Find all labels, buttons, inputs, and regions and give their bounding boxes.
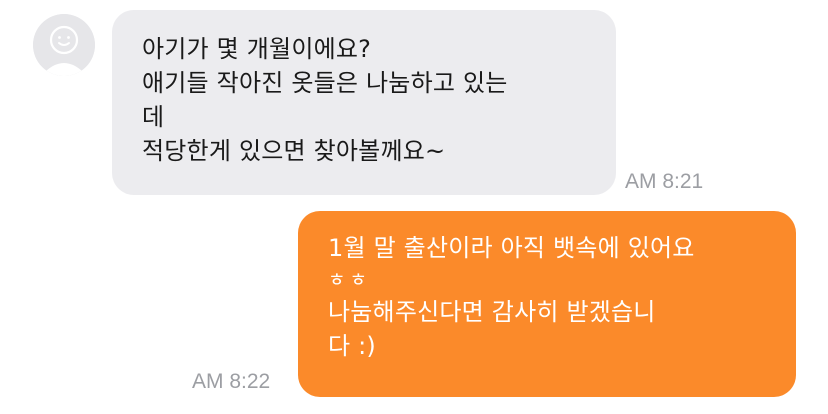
- message-text: 나눔해주신다면 감사히 받겠습니: [328, 298, 656, 326]
- outgoing-message-bubble[interactable]: 1월 말 출산이라 아직 뱃속에 있어요 ㅎㅎ 나눔해주신다면 감사히 받겠습니…: [298, 211, 796, 397]
- default-profile-icon: [33, 14, 95, 76]
- chat-thread: 아기가 몇 개월이에요? 애기들 작아진 옷들은 나눔하고 있는 데 적당한게 …: [0, 0, 828, 414]
- message-timestamp: AM 8:22: [192, 370, 271, 393]
- incoming-message-bubble[interactable]: 아기가 몇 개월이에요? 애기들 작아진 옷들은 나눔하고 있는 데 적당한게 …: [112, 10, 616, 195]
- message-text: 아기가 몇 개월이에요?: [142, 35, 372, 63]
- message-text: 다 :): [328, 332, 376, 360]
- message-text: 애기들 작아진 옷들은 나눔하고 있는: [142, 69, 508, 97]
- message-text: ㅎㅎ: [328, 269, 371, 291]
- avatar-icon[interactable]: [33, 14, 95, 76]
- message-text: 적당한게 있으면 찾아볼께요~: [142, 137, 446, 165]
- message-text: 1월 말 출산이라 아직 뱃속에 있어요: [328, 234, 695, 262]
- message-text: 데: [142, 103, 165, 131]
- message-timestamp: AM 8:21: [625, 170, 704, 193]
